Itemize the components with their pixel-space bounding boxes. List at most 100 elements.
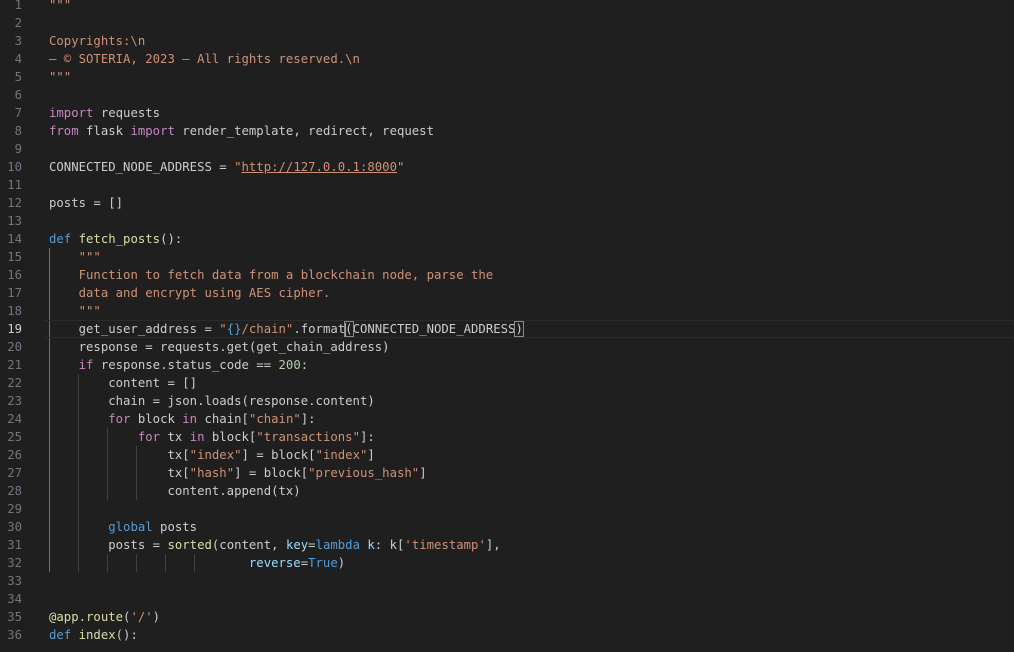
code-token: """ [49,0,72,12]
code-text: data and encrypt using AES cipher. [49,284,331,302]
code-line[interactable]: 14 def fetch_posts(): [0,230,1014,248]
matched-bracket: ) [514,321,524,337]
code-line[interactable]: 27 tx["hash"] = block["previous_hash"] [0,464,1014,482]
code-text: content.append(tx) [49,482,301,500]
code-text: reverse=True) [49,554,345,572]
code-line[interactable]: 8 from flask import render_template, redi… [0,122,1014,140]
code-text: Function to fetch data from a blockchain… [49,266,494,284]
code-line[interactable]: 3 Copyrights:\n [0,32,1014,50]
code-token: tx[ [49,448,190,462]
line-number: 32 [7,556,22,570]
code-line[interactable]: 19 get_user_address = "{}/chain".format(… [0,320,1014,338]
code-token: ) [152,610,161,624]
line-number: 5 [14,70,22,84]
line-number: 23 [7,394,22,408]
code-line[interactable]: 17 data and encrypt using AES cipher. [0,284,1014,302]
code-token: global [108,520,153,534]
code-line[interactable]: 36 def index(): [0,626,1014,644]
code-text: for tx in block["transactions"]: [49,428,375,446]
code-line[interactable]: 12 posts = [] [0,194,1014,212]
code-editor[interactable]: 1 """ 2 3 Copyrights:\n 4– © SOTERIA, 2023 – … [0,0,1014,652]
code-token: " [219,322,227,336]
code-line[interactable]: 21 if response.status_code == 200: [0,356,1014,374]
code-line[interactable]: 13 [0,212,1014,230]
code-line[interactable]: 30 global posts [0,518,1014,536]
code-line[interactable]: 6 [0,86,1014,104]
code-line[interactable]: 16 Function to fetch data from a blockch… [0,266,1014,284]
code-line[interactable]: 9 [0,140,1014,158]
code-token: True [308,556,338,570]
line-number: 7 [14,106,22,120]
code-token: : k[ [374,538,405,552]
code-token: k [367,538,375,552]
code-line[interactable]: 25 for tx in block["transactions"]: [0,428,1014,446]
code-token: """ [49,70,72,84]
code-token: in [182,412,198,426]
line-number: 8 [14,124,22,138]
line-number: 29 [7,502,22,516]
code-line[interactable]: 33 [0,572,1014,590]
code-token: render_template, redirect, request [174,124,434,138]
code-token: .format [293,322,346,336]
code-line[interactable]: 35 @app.route('/') [0,608,1014,626]
code-token: ] = block[ [241,448,316,462]
code-line[interactable]: 23 chain = json.loads(response.content) [0,392,1014,410]
code-token: """ [78,250,101,264]
code-line[interactable]: 4 – © SOTERIA, 2023 – All rights reserved… [0,50,1014,68]
code-line[interactable]: 15 """ [0,248,1014,266]
code-line[interactable]: 31 posts = sorted(content, key=lambda k:… [0,536,1014,554]
code-line[interactable]: 22 content = [] [0,374,1014,392]
code-text: posts = [] [49,194,123,212]
code-token: ], [485,538,501,552]
indent-guide [49,500,50,518]
code-token: reverse [248,556,301,570]
code-line[interactable]: 10 CONNECTED_NODE_ADDRESS = "http://127.0… [0,158,1014,176]
code-line[interactable]: 18 """ [0,302,1014,320]
code-text: posts = sorted(content, key=lambda k: k[… [49,536,501,554]
line-number: 17 [7,286,22,300]
code-line[interactable]: 7 import requests [0,104,1014,122]
code-text: – © SOTERIA, 2023 – All rights reserved.… [49,50,360,68]
code-token: ] [367,448,375,462]
code-line[interactable]: 29 [0,500,1014,518]
code-text: def index(): [49,626,138,644]
code-token: """ [78,304,101,318]
code-token: "index" [189,448,242,462]
line-number: 15 [7,250,22,264]
code-token: 200 [278,358,301,372]
code-token: chain = json.loads(response.content) [49,394,375,408]
line-number: 31 [7,538,22,552]
code-token: flask [78,124,131,138]
line-number: 10 [7,160,22,174]
code-line[interactable]: 34 [0,590,1014,608]
code-line[interactable]: 32 reverse=True) [0,554,1014,572]
code-token: block[ [204,430,257,444]
code-line[interactable]: 20 response = requests.get(get_chain_add… [0,338,1014,356]
line-number: 26 [7,448,22,462]
code-token: ]: [300,412,316,426]
code-token: ]: [359,430,375,444]
code-line[interactable]: 24 for block in chain["chain"]: [0,410,1014,428]
code-token: = [300,556,309,570]
code-line[interactable]: 1 """ [0,0,1014,14]
line-number: 3 [14,34,22,48]
line-number: 34 [7,592,22,606]
code-line[interactable]: 2 [0,14,1014,32]
code-token: /chain" [241,322,294,336]
code-line[interactable]: 28 content.append(tx) [0,482,1014,500]
line-number: 33 [7,574,22,588]
line-number: 35 [7,610,22,624]
code-token: CONNECTED_NODE_ADDRESS = [49,160,235,174]
code-token: content.append(tx) [49,484,301,498]
code-line[interactable]: 11 [0,176,1014,194]
code-token: posts [152,520,198,534]
code-text: chain = json.loads(response.content) [49,392,375,410]
code-token: for [108,412,131,426]
code-line[interactable]: 5 """ [0,68,1014,86]
code-line[interactable]: 26 tx["index"] = block["index"] [0,446,1014,464]
code-token: (): [160,232,183,246]
